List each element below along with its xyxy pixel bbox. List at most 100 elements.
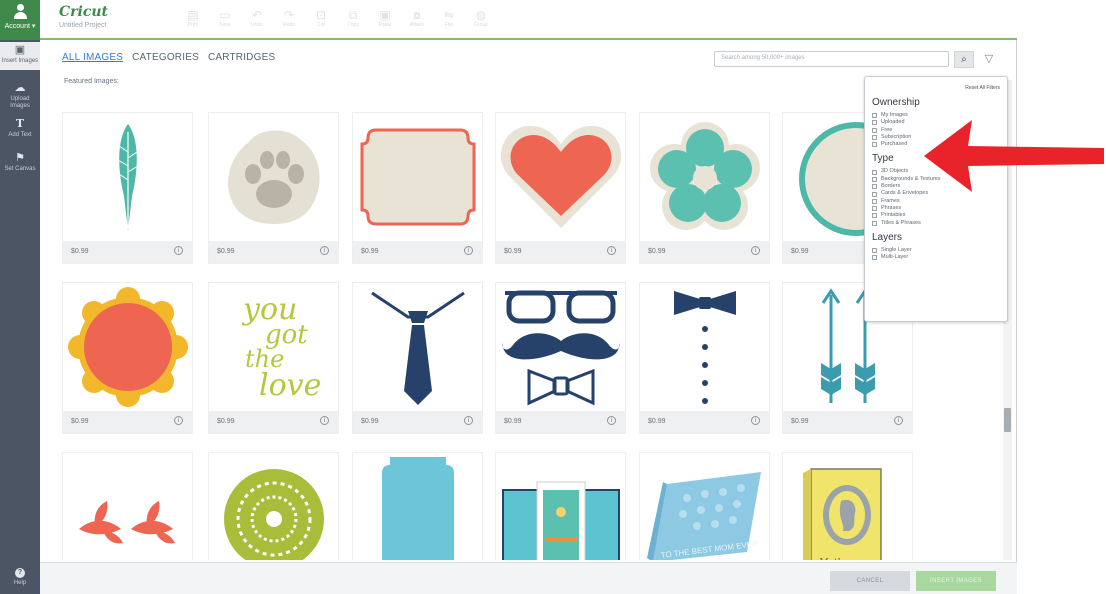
image-card[interactable]: Mother: [782, 452, 913, 560]
checkbox[interactable]: [872, 169, 877, 175]
filter-option[interactable]: Phrases: [872, 205, 1007, 212]
featured-label: Featured Images:: [64, 78, 119, 85]
search-button[interactable]: ⌕: [954, 51, 974, 68]
checkbox[interactable]: [872, 135, 877, 141]
image-grid: $0.99 i $0.99 i $0.99 i $0.99 i $0.99 i …: [62, 112, 962, 560]
image-card[interactable]: [495, 452, 626, 560]
image-card[interactable]: you got the love $0.99 i: [208, 282, 339, 434]
attach-button[interactable]: ⧇ Attach: [404, 8, 430, 28]
filter-option[interactable]: Titles & Phrases: [872, 220, 1007, 227]
svg-text:Mother: Mother: [818, 558, 853, 560]
image-card[interactable]: $0.99 i: [495, 282, 626, 434]
image-card[interactable]: [352, 452, 483, 560]
group-icon: ◍: [475, 8, 487, 22]
checkbox[interactable]: [872, 206, 877, 212]
filter-option[interactable]: Multi-Layer: [872, 254, 1007, 261]
filter-button[interactable]: ▽: [982, 51, 996, 67]
flip-button[interactable]: ⇋ Flip: [436, 8, 462, 28]
tab-categories[interactable]: CATEGORIES: [132, 52, 199, 63]
cricut-logo: Cricut: [59, 4, 109, 20]
info-icon[interactable]: i: [174, 246, 183, 255]
search-input[interactable]: Search among 50,000+ images: [714, 51, 949, 67]
tab-all-images[interactable]: ALL IMAGES: [62, 52, 123, 63]
card-footer: $0.99 i: [353, 241, 482, 263]
info-icon[interactable]: i: [751, 246, 760, 255]
glasses-mustache-bowtie-image: [496, 283, 625, 411]
checkbox[interactable]: [872, 248, 877, 253]
info-icon[interactable]: i: [894, 416, 903, 425]
filter-option[interactable]: Frames: [872, 198, 1007, 205]
checkbox[interactable]: [872, 191, 877, 197]
cut-button[interactable]: ⊡ Cut: [308, 8, 334, 28]
filter-icon: ▽: [984, 53, 994, 65]
image-card[interactable]: $0.99 i: [62, 112, 193, 264]
group-button[interactable]: ◍ Group: [468, 8, 494, 28]
checkbox[interactable]: [872, 142, 877, 148]
checkbox[interactable]: [872, 198, 877, 204]
info-icon[interactable]: i: [607, 246, 616, 255]
info-icon[interactable]: i: [174, 416, 183, 425]
image-card[interactable]: $0.99 i: [352, 112, 483, 264]
cancel-button[interactable]: CANCEL: [830, 571, 910, 591]
price: $0.99: [71, 248, 89, 255]
insert-images-button[interactable]: INSERT IMAGES: [916, 571, 996, 591]
image-card[interactable]: [62, 452, 193, 560]
image-card[interactable]: $0.99 i: [495, 112, 626, 264]
image-card[interactable]: $0.99 i: [639, 282, 770, 434]
copy-button[interactable]: ⧉ Copy: [340, 8, 366, 28]
redo-button[interactable]: ↷ Redo: [276, 8, 302, 28]
checkbox[interactable]: [872, 176, 877, 182]
card-footer: $0.99 i: [496, 241, 625, 263]
checkbox[interactable]: [872, 220, 877, 226]
save-button[interactable]: ▭ Save: [212, 8, 238, 28]
account-label: Account ▾: [4, 23, 36, 30]
user-avatar-icon: [13, 4, 27, 20]
image-card[interactable]: $0.99 i: [62, 282, 193, 434]
app-window: Account ▾ ▣ Insert Images ☁ Upload Image…: [0, 0, 1017, 594]
undo-button[interactable]: ↶ Undo: [244, 8, 270, 28]
rail-item-set-canvas[interactable]: ⚑ Set Canvas: [0, 152, 40, 182]
price: $0.99: [791, 248, 809, 255]
info-icon[interactable]: i: [320, 246, 329, 255]
heart-image: [496, 113, 625, 241]
help-button[interactable]: ? Help: [0, 568, 40, 592]
card-footer: $0.99 i: [496, 411, 625, 433]
rail-item-insert-images[interactable]: ▣ Insert Images: [0, 42, 40, 70]
rail-item-add-text[interactable]: T Add Text: [0, 118, 40, 146]
price: $0.99: [217, 248, 235, 255]
price: $0.99: [648, 248, 666, 255]
checkbox[interactable]: [872, 255, 877, 261]
checkbox[interactable]: [872, 120, 877, 126]
you-got-the-love-image: you got the love: [209, 283, 338, 411]
image-card[interactable]: $0.99 i: [639, 112, 770, 264]
paste-button[interactable]: ▣ Paste: [372, 8, 398, 28]
info-icon[interactable]: i: [751, 416, 760, 425]
checkbox[interactable]: [872, 113, 877, 119]
cloud-upload-icon: ☁: [14, 82, 26, 94]
tab-cartridges[interactable]: CARTRIDGES: [208, 52, 275, 63]
project-name[interactable]: Untitled Project: [59, 22, 108, 29]
info-icon[interactable]: i: [464, 416, 473, 425]
flower-image: [640, 113, 769, 241]
info-icon[interactable]: i: [464, 246, 473, 255]
price: $0.99: [71, 418, 89, 425]
image-card[interactable]: $0.99 i: [352, 282, 483, 434]
reset-filters-link[interactable]: Reset All Filters: [965, 85, 1000, 91]
info-icon[interactable]: i: [320, 416, 329, 425]
filter-option[interactable]: Single Layer: [872, 247, 1007, 254]
text-icon: T: [15, 117, 25, 130]
checkbox[interactable]: [872, 213, 877, 219]
account-button[interactable]: Account ▾: [0, 0, 40, 40]
checkbox[interactable]: [872, 127, 877, 133]
info-icon[interactable]: i: [607, 416, 616, 425]
brand: Cricut Untitled Project: [59, 4, 108, 29]
print-button[interactable]: ▤ Print: [180, 8, 206, 28]
rail-item-upload-images[interactable]: ☁ Upload Images: [0, 82, 40, 110]
image-card[interactable]: $0.99 i: [208, 112, 339, 264]
image-card[interactable]: [208, 452, 339, 560]
scrollbar-thumb[interactable]: [1004, 408, 1011, 432]
card-footer: $0.99 i: [353, 411, 482, 433]
image-card[interactable]: TO THE BEST MOM EVER: [639, 452, 770, 560]
filter-option[interactable]: Printables: [872, 212, 1007, 219]
checkbox[interactable]: [872, 184, 877, 190]
